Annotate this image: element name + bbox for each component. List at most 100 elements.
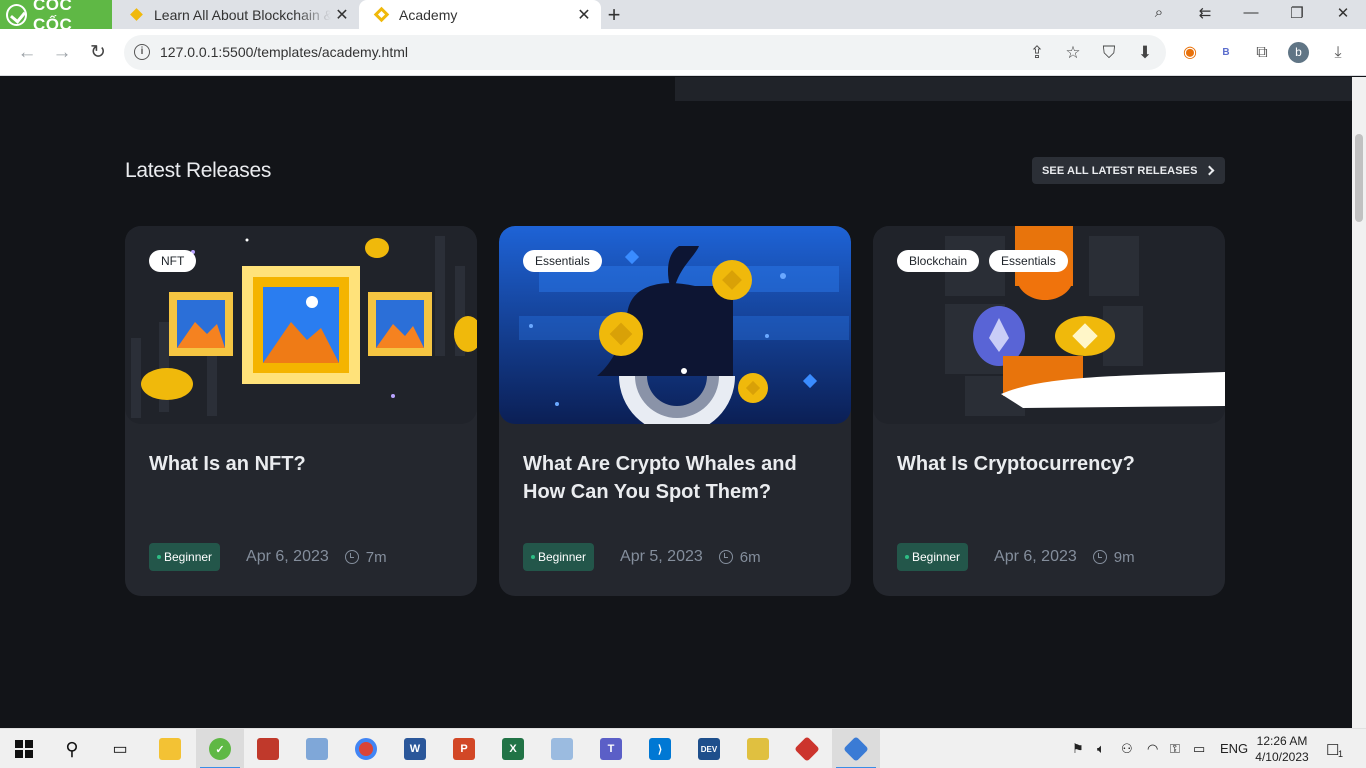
tag-pill[interactable]: Essentials [523, 250, 602, 272]
article-card-cryptocurrency[interactable]: Blockchain Essentials What Is Cryptocurr… [873, 226, 1225, 596]
file-explorer-icon[interactable] [146, 729, 194, 768]
article-meta: Beginner Apr 6, 2023 7m [149, 543, 387, 571]
extension-chrome-icon[interactable]: ◉ [1178, 41, 1202, 65]
card-tags: Essentials [523, 250, 602, 272]
minimize-icon[interactable]: — [1236, 4, 1266, 21]
new-tab-icon[interactable]: + [604, 2, 624, 28]
article-card-nft[interactable]: NFT What Is an NFT? Beginner Apr 6, 2023… [125, 226, 477, 596]
read-time: 7m [365, 548, 387, 566]
bookmark-star-icon[interactable]: ☆ [1062, 42, 1084, 64]
tag-pill[interactable]: NFT [149, 250, 197, 272]
excel-icon[interactable]: X [489, 729, 537, 768]
article-title[interactable]: What Is Cryptocurrency? [897, 450, 1217, 478]
site-info-icon[interactable]: i [134, 44, 150, 60]
crosshair-app-icon[interactable] [734, 729, 782, 768]
card-tags: Blockchain Essentials [897, 250, 1068, 272]
volume-icon[interactable]: 🔈︎ [1097, 741, 1105, 757]
level-label: Beginner [538, 550, 587, 564]
tab-learn-blockchain[interactable]: Learn All About Blockchain & Crypto ✕ [114, 0, 359, 29]
wifi-icon[interactable]: ◠ [1147, 741, 1158, 757]
profile-avatar[interactable]: b [1288, 42, 1309, 63]
read-time: 9m [1113, 548, 1135, 566]
level-label: Beginner [164, 550, 213, 564]
devcpp-icon[interactable]: DEV [685, 729, 733, 768]
hero-banner-bottom [675, 77, 1352, 101]
card-tags: NFT [149, 250, 197, 272]
binance-favicon-icon [128, 7, 144, 23]
chevron-right-icon [1204, 165, 1214, 176]
calendar-app-icon[interactable] [244, 729, 292, 768]
tag-pill[interactable]: Essentials [989, 250, 1068, 272]
shield-icon[interactable]: ⛉ [1098, 42, 1120, 64]
clock-icon [1092, 550, 1107, 564]
clock-icon [718, 550, 733, 564]
article-date: Apr 6, 2023 [994, 548, 1077, 565]
notepad-icon[interactable] [293, 729, 341, 768]
clock-icon [344, 550, 359, 564]
search-icon[interactable]: ⚲ [48, 729, 96, 768]
extension-b-icon[interactable]: B [1214, 41, 1238, 65]
tag-pill[interactable]: Blockchain [897, 250, 980, 272]
level-badge: Beginner [897, 543, 969, 571]
article-meta: Beginner Apr 5, 2023 6m [523, 543, 761, 571]
vpn-icon[interactable]: ⚿ [1170, 741, 1180, 757]
ruby-icon[interactable] [783, 729, 831, 768]
notification-count: 1 [1338, 749, 1344, 759]
binance-favicon-icon [373, 6, 389, 23]
tab-close-icon[interactable]: ✕ [331, 5, 353, 25]
address-bar[interactable]: i 127.0.0.1:5500/templates/academy.html … [124, 35, 1166, 70]
powerpoint-icon[interactable]: P [440, 729, 488, 768]
see-all-latest-releases-button[interactable]: SEE ALL LATEST RELEASES [1032, 157, 1225, 184]
tab-title: Academy [399, 6, 458, 23]
battery-icon[interactable]: ▭ [1193, 741, 1205, 757]
windows-logo-icon [15, 740, 33, 758]
forward-icon[interactable]: → [49, 40, 75, 66]
scrollbar-thumb[interactable] [1355, 134, 1363, 222]
close-window-icon[interactable]: ✕ [1328, 4, 1358, 22]
see-all-label: SEE ALL LATEST RELEASES [1042, 164, 1198, 177]
share-icon[interactable]: ⇪ [1026, 42, 1048, 64]
back-icon[interactable]: ← [14, 40, 40, 66]
downloads-icon[interactable]: ⤓ [1326, 41, 1350, 65]
browser-toolbar: ← → ↻ i 127.0.0.1:5500/templates/academy… [0, 29, 1366, 76]
tab-close-icon[interactable]: ✕ [573, 5, 595, 25]
page-scrollbar[interactable] [1352, 77, 1366, 728]
vscode-icon[interactable]: ⟩ [636, 729, 684, 768]
reload-icon[interactable]: ↻ [85, 40, 111, 66]
article-title[interactable]: What Are Crypto Whales and How Can You S… [523, 450, 843, 506]
article-date: Apr 6, 2023 [246, 548, 329, 565]
read-time: 6m [739, 548, 761, 566]
tab-academy[interactable]: Academy ✕ [359, 0, 601, 29]
download-page-icon[interactable]: ⬇ [1134, 42, 1156, 64]
windows-taskbar: ⚲ ▭ ✓ W P X T ⟩ DEV ⚑ 🔈︎ ⚇ ◠ ⚿ ▭ ENG 12:… [0, 728, 1366, 768]
level-badge: Beginner [149, 543, 221, 571]
article-date: Apr 5, 2023 [620, 548, 703, 565]
url-text[interactable]: 127.0.0.1:5500/templates/academy.html [160, 44, 408, 60]
extensions-puzzle-icon[interactable]: ⧉ [1250, 41, 1274, 65]
page-content: Latest Releases SEE ALL LATEST RELEASES [0, 77, 1352, 728]
level-badge: Beginner [523, 543, 595, 571]
coccoc-logo-icon [6, 3, 27, 26]
coccoc-browser-icon[interactable]: ✓ [196, 729, 244, 768]
system-clock[interactable]: 12:26 AM 4/10/2023 [1254, 733, 1310, 765]
git-icon[interactable] [832, 729, 880, 768]
start-button[interactable] [0, 729, 48, 768]
browser-tab-bar: CỐC CỐC Learn All About Blockchain & Cry… [0, 0, 1366, 34]
back-forward-cache-icon[interactable]: ⇇ [1190, 4, 1220, 22]
tab-title: Learn All About Blockchain & Crypto [154, 6, 331, 23]
teams-tray-icon[interactable]: ⚑ [1072, 741, 1084, 757]
tab-search-icon[interactable]: ⌕ [1144, 4, 1174, 21]
level-label: Beginner [912, 550, 961, 564]
network-icon[interactable]: ⚇ [1121, 741, 1133, 757]
teams-icon[interactable]: T [587, 729, 635, 768]
article-title[interactable]: What Is an NFT? [149, 450, 469, 478]
restore-icon[interactable]: ❐ [1282, 4, 1312, 22]
language-indicator[interactable]: ENG [1220, 741, 1248, 756]
browser-brand[interactable]: CỐC CỐC [0, 0, 112, 34]
clock-time: 12:26 AM [1256, 734, 1308, 748]
word-icon[interactable]: W [391, 729, 439, 768]
task-view-icon[interactable]: ▭ [96, 729, 144, 768]
article-card-crypto-whales[interactable]: Essentials What Are Crypto Whales and Ho… [499, 226, 851, 596]
chrome-icon[interactable] [342, 729, 390, 768]
paint-icon[interactable] [538, 729, 586, 768]
